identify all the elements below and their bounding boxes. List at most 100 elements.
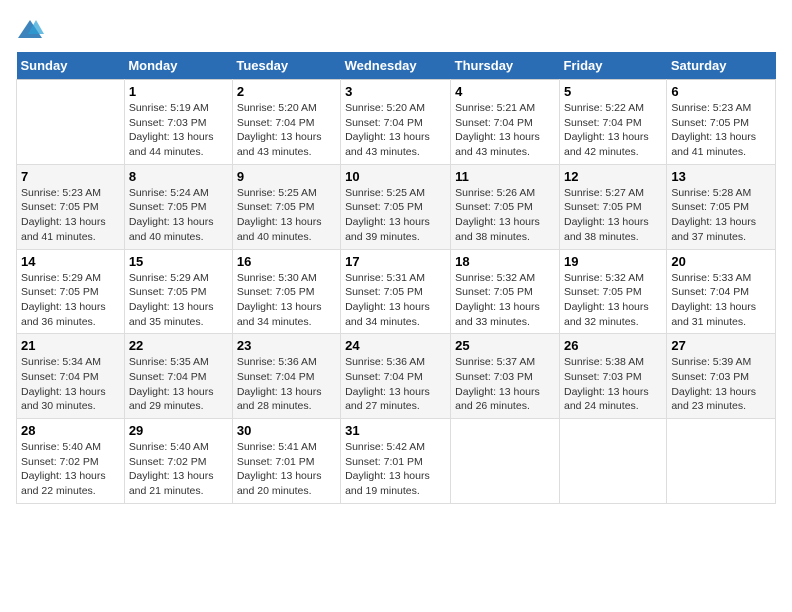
calendar-cell: 22 Sunrise: 5:35 AMSunset: 7:04 PMDayligh…: [124, 334, 232, 419]
day-info: Sunrise: 5:21 AMSunset: 7:04 PMDaylight:…: [455, 101, 555, 160]
day-info: Sunrise: 5:40 AMSunset: 7:02 PMDaylight:…: [21, 440, 120, 499]
calendar-cell: 31Sunrise: 5:42 AMSunset: 7:01 PMDayligh…: [341, 419, 451, 504]
calendar-cell: 30 Sunrise: 5:41 AMSunset: 7:01 PMDayligh…: [232, 419, 340, 504]
day-number: 9: [237, 169, 336, 184]
calendar-cell: 23 Sunrise: 5:36 AMSunset: 7:04 PMDayligh…: [232, 334, 340, 419]
day-number: 17: [345, 254, 446, 269]
calendar-cell: 19 Sunrise: 5:32 AMSunset: 7:05 PMDayligh…: [559, 249, 666, 334]
day-number: 30: [237, 423, 336, 438]
day-number: 12: [564, 169, 662, 184]
day-info: Sunrise: 5:29 AMSunset: 7:05 PMDaylight:…: [129, 271, 228, 330]
day-info: Sunrise: 5:32 AMSunset: 7:05 PMDaylight:…: [564, 271, 662, 330]
calendar-cell: 27Sunrise: 5:39 AMSunset: 7:03 PMDayligh…: [667, 334, 776, 419]
day-number: 29: [129, 423, 228, 438]
calendar-cell: [451, 419, 560, 504]
day-header-sunday: Sunday: [17, 52, 125, 80]
day-number: 11: [455, 169, 555, 184]
day-number: 8: [129, 169, 228, 184]
week-row-1: 1 Sunrise: 5:19 AMSunset: 7:03 PMDaylight…: [17, 80, 776, 165]
day-number: 15: [129, 254, 228, 269]
day-number: 14: [21, 254, 120, 269]
calendar-cell: 8 Sunrise: 5:24 AMSunset: 7:05 PMDaylight…: [124, 164, 232, 249]
day-number: 10: [345, 169, 446, 184]
day-number: 19: [564, 254, 662, 269]
day-info: Sunrise: 5:29 AMSunset: 7:05 PMDaylight:…: [21, 271, 120, 330]
day-number: 20: [671, 254, 771, 269]
day-info: Sunrise: 5:30 AMSunset: 7:05 PMDaylight:…: [237, 271, 336, 330]
day-number: 24: [345, 338, 446, 353]
calendar-cell: 11 Sunrise: 5:26 AMSunset: 7:05 PMDayligh…: [451, 164, 560, 249]
day-header-monday: Monday: [124, 52, 232, 80]
week-row-5: 28 Sunrise: 5:40 AMSunset: 7:02 PMDayligh…: [17, 419, 776, 504]
calendar-cell: 4Sunrise: 5:21 AMSunset: 7:04 PMDaylight…: [451, 80, 560, 165]
calendar-cell: 3Sunrise: 5:20 AMSunset: 7:04 PMDaylight…: [341, 80, 451, 165]
calendar-cell: 29 Sunrise: 5:40 AMSunset: 7:02 PMDayligh…: [124, 419, 232, 504]
header: [16, 16, 776, 44]
day-number: 25: [455, 338, 555, 353]
calendar-cell: 18Sunrise: 5:32 AMSunset: 7:05 PMDayligh…: [451, 249, 560, 334]
day-number: 21: [21, 338, 120, 353]
day-info: Sunrise: 5:40 AMSunset: 7:02 PMDaylight:…: [129, 440, 228, 499]
day-info: Sunrise: 5:22 AMSunset: 7:04 PMDaylight:…: [564, 101, 662, 160]
day-info: Sunrise: 5:42 AMSunset: 7:01 PMDaylight:…: [345, 440, 446, 499]
day-number: 26: [564, 338, 662, 353]
day-number: 1: [129, 84, 228, 99]
day-info: Sunrise: 5:37 AMSunset: 7:03 PMDaylight:…: [455, 355, 555, 414]
day-info: Sunrise: 5:28 AMSunset: 7:05 PMDaylight:…: [671, 186, 771, 245]
calendar-cell: 6 Sunrise: 5:23 AMSunset: 7:05 PMDaylight…: [667, 80, 776, 165]
week-row-4: 21 Sunrise: 5:34 AMSunset: 7:04 PMDayligh…: [17, 334, 776, 419]
day-info: Sunrise: 5:20 AMSunset: 7:04 PMDaylight:…: [237, 101, 336, 160]
day-number: 5: [564, 84, 662, 99]
calendar-cell: 14 Sunrise: 5:29 AMSunset: 7:05 PMDayligh…: [17, 249, 125, 334]
calendar-cell: 25 Sunrise: 5:37 AMSunset: 7:03 PMDayligh…: [451, 334, 560, 419]
day-info: Sunrise: 5:19 AMSunset: 7:03 PMDaylight:…: [129, 101, 228, 160]
day-info: Sunrise: 5:32 AMSunset: 7:05 PMDaylight:…: [455, 271, 555, 330]
day-number: 22: [129, 338, 228, 353]
calendar-table: SundayMondayTuesdayWednesdayThursdayFrid…: [16, 52, 776, 504]
day-info: Sunrise: 5:35 AMSunset: 7:04 PMDaylight:…: [129, 355, 228, 414]
calendar-cell: 13 Sunrise: 5:28 AMSunset: 7:05 PMDayligh…: [667, 164, 776, 249]
day-header-friday: Friday: [559, 52, 666, 80]
day-info: Sunrise: 5:36 AMSunset: 7:04 PMDaylight:…: [345, 355, 446, 414]
logo-icon: [16, 16, 44, 44]
day-number: 27: [671, 338, 771, 353]
calendar-cell: 2 Sunrise: 5:20 AMSunset: 7:04 PMDaylight…: [232, 80, 340, 165]
day-info: Sunrise: 5:33 AMSunset: 7:04 PMDaylight:…: [671, 271, 771, 330]
day-info: Sunrise: 5:38 AMSunset: 7:03 PMDaylight:…: [564, 355, 662, 414]
day-header-tuesday: Tuesday: [232, 52, 340, 80]
day-info: Sunrise: 5:31 AMSunset: 7:05 PMDaylight:…: [345, 271, 446, 330]
week-row-2: 7 Sunrise: 5:23 AMSunset: 7:05 PMDaylight…: [17, 164, 776, 249]
calendar-cell: 1 Sunrise: 5:19 AMSunset: 7:03 PMDaylight…: [124, 80, 232, 165]
days-header-row: SundayMondayTuesdayWednesdayThursdayFrid…: [17, 52, 776, 80]
calendar-cell: 12Sunrise: 5:27 AMSunset: 7:05 PMDayligh…: [559, 164, 666, 249]
calendar-cell: 9Sunrise: 5:25 AMSunset: 7:05 PMDaylight…: [232, 164, 340, 249]
day-number: 6: [671, 84, 771, 99]
calendar-cell: 17 Sunrise: 5:31 AMSunset: 7:05 PMDayligh…: [341, 249, 451, 334]
day-info: Sunrise: 5:26 AMSunset: 7:05 PMDaylight:…: [455, 186, 555, 245]
calendar-cell: [559, 419, 666, 504]
calendar-cell: [667, 419, 776, 504]
calendar-cell: 24 Sunrise: 5:36 AMSunset: 7:04 PMDayligh…: [341, 334, 451, 419]
day-info: Sunrise: 5:20 AMSunset: 7:04 PMDaylight:…: [345, 101, 446, 160]
day-info: Sunrise: 5:41 AMSunset: 7:01 PMDaylight:…: [237, 440, 336, 499]
calendar-cell: 28 Sunrise: 5:40 AMSunset: 7:02 PMDayligh…: [17, 419, 125, 504]
day-info: Sunrise: 5:34 AMSunset: 7:04 PMDaylight:…: [21, 355, 120, 414]
calendar-cell: 7 Sunrise: 5:23 AMSunset: 7:05 PMDaylight…: [17, 164, 125, 249]
logo: [16, 16, 46, 44]
day-info: Sunrise: 5:24 AMSunset: 7:05 PMDaylight:…: [129, 186, 228, 245]
week-row-3: 14 Sunrise: 5:29 AMSunset: 7:05 PMDayligh…: [17, 249, 776, 334]
day-number: 16: [237, 254, 336, 269]
day-number: 28: [21, 423, 120, 438]
day-info: Sunrise: 5:25 AMSunset: 7:05 PMDaylight:…: [345, 186, 446, 245]
day-header-wednesday: Wednesday: [341, 52, 451, 80]
day-info: Sunrise: 5:23 AMSunset: 7:05 PMDaylight:…: [671, 101, 771, 160]
day-info: Sunrise: 5:23 AMSunset: 7:05 PMDaylight:…: [21, 186, 120, 245]
day-number: 13: [671, 169, 771, 184]
day-info: Sunrise: 5:36 AMSunset: 7:04 PMDaylight:…: [237, 355, 336, 414]
day-number: 7: [21, 169, 120, 184]
calendar-cell: 10 Sunrise: 5:25 AMSunset: 7:05 PMDayligh…: [341, 164, 451, 249]
calendar-cell: 21 Sunrise: 5:34 AMSunset: 7:04 PMDayligh…: [17, 334, 125, 419]
day-number: 2: [237, 84, 336, 99]
calendar-cell: [17, 80, 125, 165]
day-number: 23: [237, 338, 336, 353]
